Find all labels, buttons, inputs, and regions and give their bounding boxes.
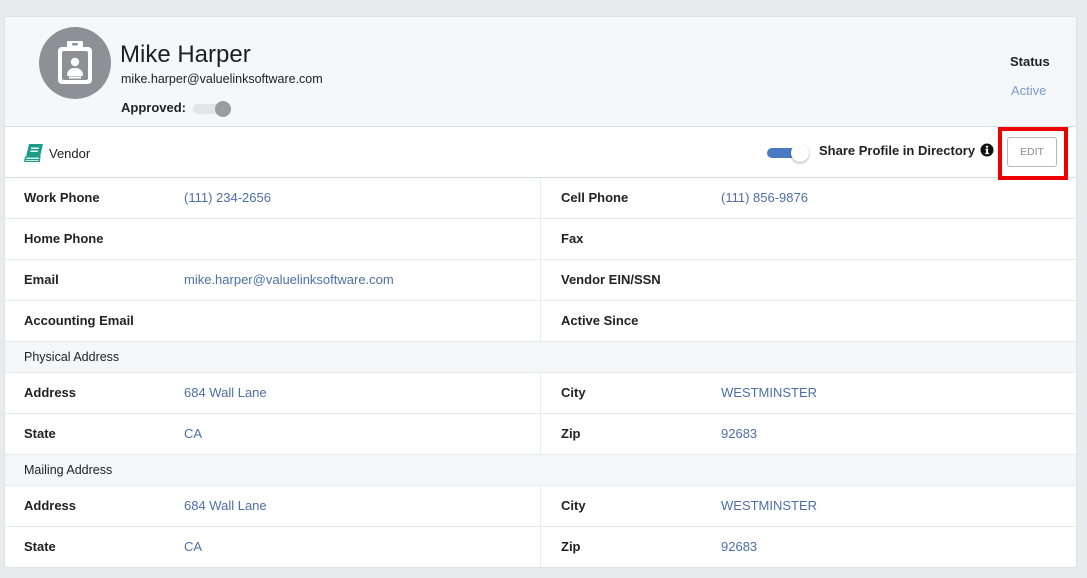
mailing-address-label: Address (24, 498, 77, 513)
avatar (39, 27, 111, 99)
cell-phone-label: Cell Phone (561, 190, 629, 205)
table-row: Accounting Email Active Since (5, 301, 1076, 342)
mailing-city-value[interactable]: WESTMINSTER (721, 486, 817, 527)
approved-toggle[interactable] (193, 101, 233, 117)
physical-zip-label: Zip (561, 426, 581, 441)
table-row: Work Phone (111) 234-2656 Cell Phone (11… (5, 178, 1076, 219)
work-phone-label: Work Phone (24, 190, 100, 205)
work-phone-value[interactable]: (111) 234-2656 (184, 178, 271, 219)
id-badge-icon (58, 41, 92, 84)
column-divider (540, 486, 541, 527)
physical-address-value[interactable]: 684 Wall Lane (184, 373, 267, 414)
column-divider (540, 219, 541, 260)
mailing-zip-label: Zip (561, 539, 581, 554)
table-row: State CA Zip 92683 (5, 414, 1076, 455)
physical-state-value[interactable]: CA (184, 414, 202, 455)
column-divider (540, 527, 541, 567)
column-divider (540, 414, 541, 455)
vendor-ein-label: Vendor EIN/SSN (561, 272, 661, 287)
table-row: Address 684 Wall Lane City WESTMINSTER (5, 486, 1076, 527)
share-toggle-knob (791, 144, 809, 162)
vendor-bar: Vendor Share Profile in Directory EDIT (5, 127, 1076, 180)
mailing-address-section: Mailing Address (5, 455, 1076, 486)
approved-label: Approved: (121, 100, 186, 115)
column-divider (540, 301, 541, 342)
vendor-profile-card: Mike Harper mike.harper@valuelinksoftwar… (4, 16, 1077, 568)
book-icon (24, 144, 43, 162)
physical-address-section: Physical Address (5, 342, 1076, 373)
column-divider (540, 178, 541, 219)
profile-name: Mike Harper (120, 41, 251, 68)
share-profile-label: Share Profile in Directory (819, 143, 976, 158)
table-row: Email mike.harper@valuelinksoftware.com … (5, 260, 1076, 301)
accounting-email-label: Accounting Email (24, 313, 134, 328)
profile-details-grid: Work Phone (111) 234-2656 Cell Phone (11… (5, 178, 1076, 567)
physical-city-label: City (561, 385, 586, 400)
mailing-zip-value[interactable]: 92683 (721, 527, 757, 567)
physical-address-heading: Physical Address (24, 350, 120, 364)
email-value[interactable]: mike.harper@valuelinksoftware.com (184, 260, 394, 301)
status-value: Active (1011, 83, 1047, 98)
table-row: Home Phone Fax (5, 219, 1076, 260)
home-phone-label: Home Phone (24, 231, 104, 246)
physical-city-value[interactable]: WESTMINSTER (721, 373, 817, 414)
mailing-address-value[interactable]: 684 Wall Lane (184, 486, 267, 527)
physical-address-label: Address (24, 385, 77, 400)
physical-state-label: State (24, 426, 56, 441)
cell-phone-value[interactable]: (111) 856-9876 (721, 178, 808, 219)
info-circle-icon[interactable] (980, 143, 994, 157)
table-row: State CA Zip 92683 (5, 527, 1076, 567)
status-label: Status (1010, 54, 1050, 69)
profile-header: Mike Harper mike.harper@valuelinksoftwar… (5, 17, 1076, 127)
active-since-label: Active Since (561, 313, 639, 328)
mailing-state-value[interactable]: CA (184, 527, 202, 567)
column-divider (540, 373, 541, 414)
table-row: Address 684 Wall Lane City WESTMINSTER (5, 373, 1076, 414)
column-divider (540, 260, 541, 301)
vendor-type-label: Vendor (49, 146, 91, 161)
share-profile-toggle[interactable] (767, 144, 811, 162)
fax-label: Fax (561, 231, 584, 246)
approved-toggle-knob (215, 101, 231, 117)
profile-email: mike.harper@valuelinksoftware.com (121, 72, 323, 86)
mailing-state-label: State (24, 539, 56, 554)
mailing-address-heading: Mailing Address (24, 463, 113, 477)
email-label: Email (24, 272, 59, 287)
mailing-city-label: City (561, 498, 586, 513)
physical-zip-value[interactable]: 92683 (721, 414, 757, 455)
edit-button[interactable]: EDIT (1007, 137, 1057, 167)
